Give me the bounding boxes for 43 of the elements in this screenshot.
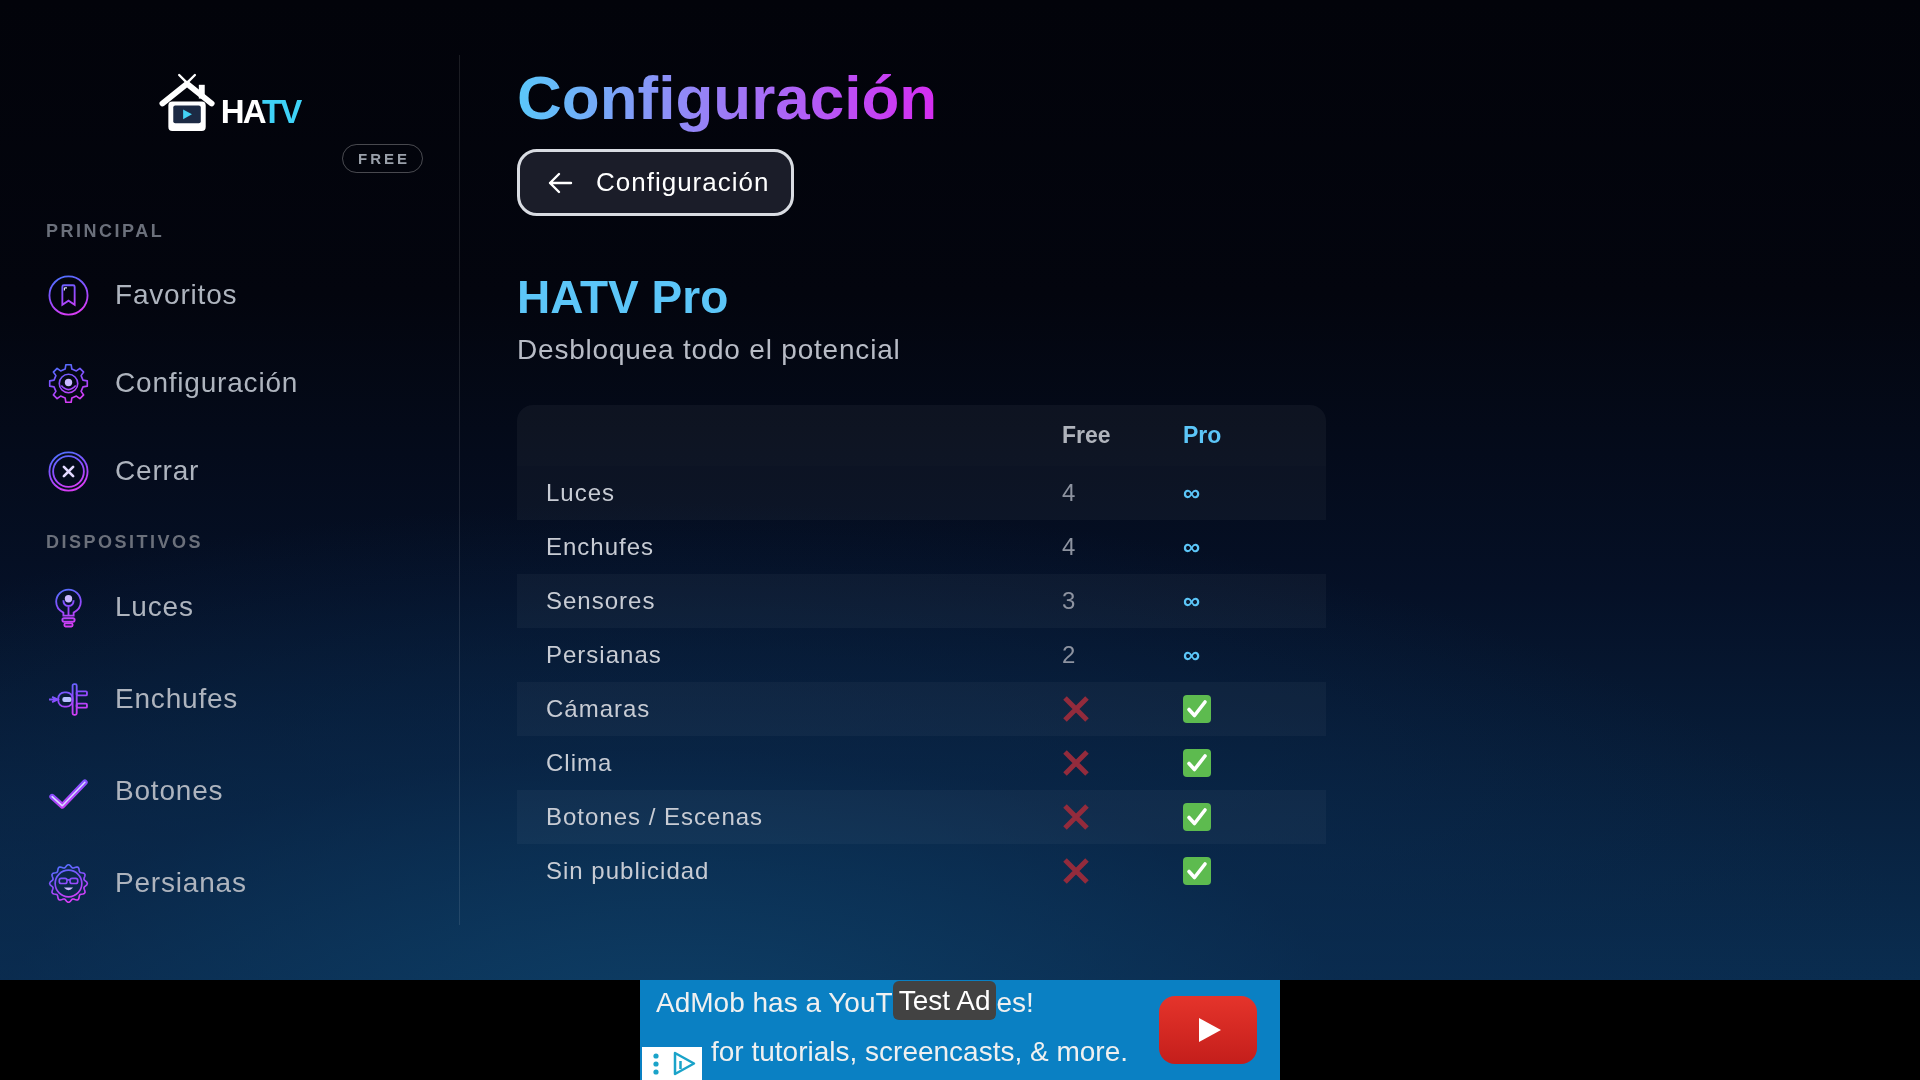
table-cell: Clima (546, 749, 613, 777)
table-cell: Persianas (546, 641, 662, 669)
sidebar-item[interactable]: Luces (36, 561, 423, 653)
table-cell: 2 (1062, 641, 1076, 669)
ad-headline: es! (996, 986, 1034, 1020)
table-cell: Cámaras (546, 695, 651, 723)
arrow-left-icon (547, 171, 573, 194)
sidebar-item[interactable]: Persianas (36, 837, 423, 929)
table-cell: 3 (1062, 587, 1076, 615)
bookmark-icon (48, 274, 89, 316)
ad-headline: AdMob has a YouT (656, 986, 893, 1020)
close-icon (48, 450, 89, 492)
column-header: Pro (1183, 422, 1222, 449)
table-cell: 4 (1062, 533, 1076, 561)
ad-text: for tutorials, screencasts, & more. (711, 1035, 1129, 1069)
column-header: Free (1062, 422, 1111, 449)
logo-text: HATV (220, 95, 301, 128)
sidebar-item[interactable]: Enchufes (36, 653, 423, 745)
table-cell: 4 (1062, 479, 1076, 507)
table-cell: Sensores (546, 587, 656, 615)
table-cell: Luces (546, 479, 616, 507)
table-cell: ∞ (1183, 587, 1201, 615)
ad-banner[interactable]: AdMob has a YouT Test Ad es! for tutorials, screencasts, & more. (640, 980, 1280, 1080)
table-cell: Botones / Escenas (546, 803, 764, 831)
table-cell: Enchufes (546, 533, 655, 561)
sidebar-item[interactable]: Botones (36, 745, 423, 837)
video-play-icon[interactable] (1159, 996, 1257, 1064)
sidebar-item[interactable]: Cerrar (36, 427, 423, 515)
section-heading: PRINCIPAL (45, 221, 166, 241)
test-ad-label: Test Ad (892, 981, 997, 1020)
sidebar-item[interactable]: Favoritos (36, 251, 423, 339)
section-heading: DISPOSITIVOS (45, 532, 205, 552)
ad-info-icon[interactable] (642, 1047, 702, 1080)
table-cell: ∞ (1183, 533, 1201, 561)
table-cell: ∞ (1183, 479, 1201, 507)
plan-title: HATV Pro (517, 270, 729, 324)
table-cell: ∞ (1183, 641, 1201, 669)
back-button[interactable]: Configuración (517, 149, 795, 216)
table-cell: Sin publicidad (546, 857, 710, 885)
sun-face-icon (48, 862, 89, 904)
sidebar-item[interactable]: Configuración (36, 339, 423, 427)
gear-icon (48, 362, 89, 404)
plan-subtitle: Desbloquea todo el potencial (517, 333, 901, 367)
